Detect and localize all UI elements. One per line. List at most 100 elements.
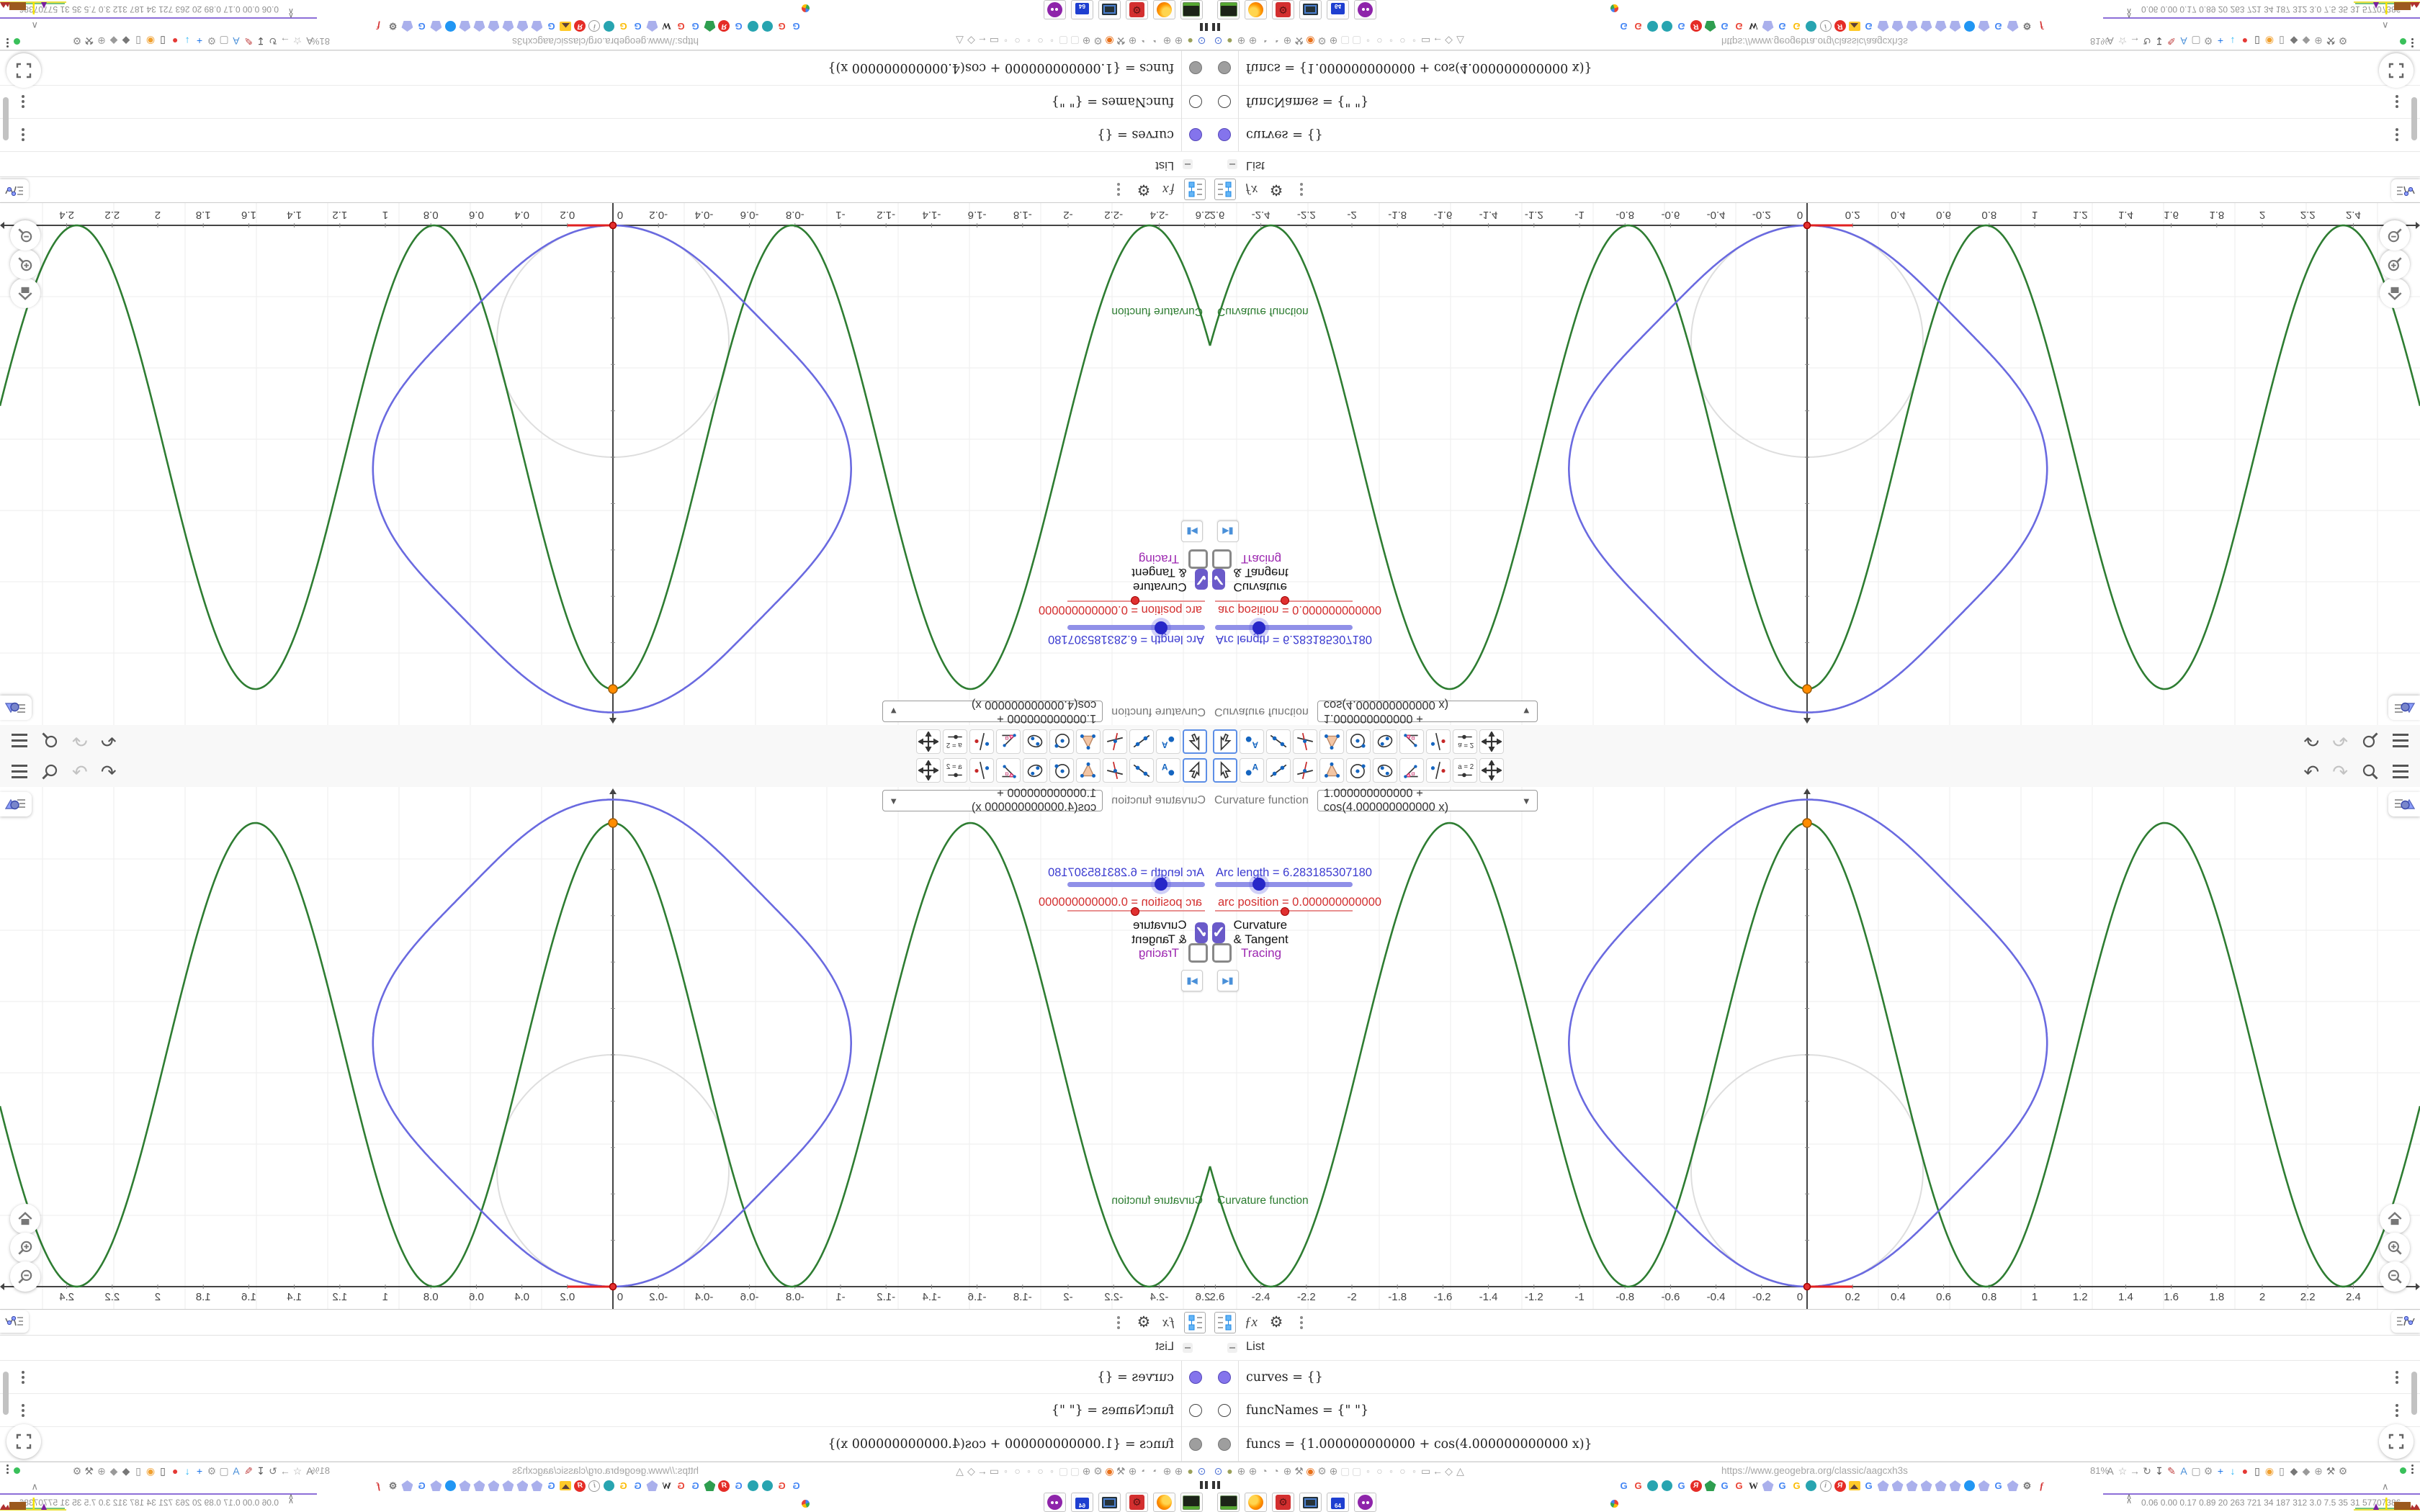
visibility-marble-gray[interactable] — [1218, 61, 1231, 74]
chrome-icon[interactable] — [1610, 1500, 1618, 1508]
yandex-favicon[interactable]: Я — [1834, 20, 1846, 32]
settings-icon[interactable]: ⚙ — [2338, 36, 2348, 48]
fx-button[interactable]: ƒx — [1241, 180, 1261, 200]
tool-polygon-button[interactable] — [1076, 758, 1101, 783]
reconstructed-curve[interactable] — [372, 798, 852, 1288]
menu-icon[interactable] — [12, 734, 27, 747]
step-button[interactable]: ▶ ▮ — [1217, 970, 1239, 991]
geogebra-favicon[interactable] — [516, 1480, 529, 1492]
globe-icon[interactable]: ⊕ — [1329, 1466, 1338, 1476]
shield-icon[interactable]: ◆ — [109, 36, 119, 48]
teal-site-favicon[interactable] — [1805, 20, 1817, 32]
dropdown-caret-icon[interactable]: ▼ — [889, 796, 898, 806]
globe-icon[interactable]: ⊕ — [97, 1465, 107, 1477]
algebra-row-curves[interactable]: curves = {} — [0, 1361, 1210, 1394]
globe-icon[interactable]: ⊕ — [1128, 1465, 1137, 1477]
collapse-chevron-icon[interactable]: ∧ — [2382, 19, 2389, 31]
geogebra-favicon[interactable] — [1949, 20, 1961, 32]
tool-reflect-button[interactable] — [1426, 758, 1451, 783]
row-menu-icon[interactable] — [2396, 1403, 2398, 1417]
graph-canvas[interactable]: -2.6 -2.4 -2.2 -2 -1.8 -1.6 -1.4 -1.2 -1 -0.8 -0.6… — [0, 203, 1210, 725]
globe-icon[interactable]: ⊕ — [1162, 1465, 1172, 1477]
yandex-favicon[interactable]: Я — [718, 1480, 730, 1492]
teal-site-favicon[interactable] — [1661, 1480, 1673, 1492]
globe-icon[interactable]: ⊕ — [1248, 1466, 1258, 1476]
google-favicon[interactable]: G — [1718, 1480, 1731, 1492]
yandex-favicon[interactable]: Я — [718, 20, 730, 32]
tool-perpendicular-button[interactable] — [1103, 729, 1127, 754]
gauge-icon[interactable]: ◔ — [1139, 36, 1149, 48]
radio-icon[interactable]: ◦ — [1047, 1465, 1057, 1477]
tool-slider-button[interactable]: a = 2 — [1453, 758, 1477, 783]
google-favicon[interactable]: G — [689, 1480, 702, 1492]
back-arrow-icon[interactable]: ← — [977, 1465, 987, 1477]
geogebra-favicon[interactable] — [430, 1480, 442, 1492]
globe-icon[interactable]: ⊕ — [1174, 1465, 1183, 1477]
google-favicon[interactable]: G — [732, 1480, 745, 1492]
globe-icon[interactable]: ⊕ — [1082, 36, 1091, 48]
algebra-row-funcs[interactable]: funcs = {1.000000000000 + cos(4.00000000… — [0, 1428, 1210, 1462]
red-badge-icon[interactable]: ● — [2240, 36, 2250, 48]
globe-icon[interactable]: ⊕ — [1128, 36, 1137, 48]
tools-icon[interactable]: ⚒ — [1294, 36, 1304, 48]
shield-icon[interactable]: ◇ — [967, 1465, 976, 1477]
visibility-marble-blue[interactable] — [1218, 1370, 1231, 1384]
zoom-out-button[interactable] — [2380, 1261, 2410, 1292]
taskbar-settings-button[interactable]: ⚙ — [1126, 1493, 1148, 1512]
curvature-function-combobox[interactable]: 1.000000000000 + cos(4.000000000000 x) ▼ — [882, 787, 1103, 814]
zoom-out-button[interactable] — [2380, 220, 2410, 251]
tool-move-view-button[interactable] — [916, 729, 941, 754]
taskbar-settings-button[interactable]: ⚙ — [1126, 0, 1148, 19]
olive-dot-icon[interactable]: ● — [1225, 1466, 1234, 1476]
globe-icon[interactable]: ⊕ — [1329, 36, 1338, 48]
add-blue-icon[interactable]: + — [2215, 1466, 2226, 1476]
zoom-in-button[interactable] — [10, 1233, 40, 1263]
globe-icon[interactable]: ⊕ — [1162, 36, 1172, 48]
yandex-favicon[interactable]: Я — [1690, 20, 1702, 32]
settings-button[interactable]: ⚙ — [1266, 1313, 1286, 1333]
teal-site-favicon[interactable] — [1646, 1480, 1659, 1492]
dropdown-caret-icon[interactable]: ▼ — [1522, 796, 1531, 806]
google-favicon[interactable]: G — [1718, 20, 1731, 32]
tool-line-button[interactable] — [1266, 729, 1291, 754]
algebra-scrollbar[interactable] — [2411, 1372, 2417, 1415]
back-arrow-icon[interactable]: ← — [1433, 36, 1443, 48]
search-icon[interactable] — [2361, 762, 2380, 781]
shield-icon[interactable]: ◇ — [967, 36, 976, 48]
tool-conic-button[interactable] — [1373, 758, 1397, 783]
taskbar-screenshot-tool-button[interactable] — [1098, 0, 1121, 19]
globe-icon[interactable]: ⊕ — [1283, 36, 1292, 48]
dropdown-caret-icon[interactable]: ▼ — [889, 706, 898, 717]
google-favicon[interactable]: G — [675, 20, 687, 32]
trash-icon[interactable]: ▯ — [2252, 1466, 2262, 1476]
google-favicon[interactable]: G — [545, 20, 557, 32]
radio-icon[interactable]: ○ — [1013, 36, 1022, 48]
tool-move-button[interactable] — [1183, 758, 1207, 783]
style-bar-more-button[interactable] — [1291, 1313, 1312, 1333]
chrome-icon[interactable] — [802, 4, 810, 12]
algebra-row-funcs[interactable]: funcs = {1.000000000000 + cos(4.00000000… — [0, 50, 1210, 84]
sort-by-type-button[interactable] — [1214, 179, 1236, 201]
collapse-group-button[interactable] — [1183, 1343, 1193, 1353]
algebra-row-funcnames[interactable]: funcNames = {" "} — [1210, 1394, 2420, 1427]
geogebra-favicon[interactable] — [1935, 20, 1947, 32]
translate-icon[interactable]: A — [2105, 1466, 2115, 1476]
sort-by-type-button[interactable] — [1184, 179, 1206, 201]
curvature-tangent-checkbox[interactable]: ✓ — [1194, 922, 1208, 943]
tool-angle-button[interactable]: α — [1399, 758, 1424, 783]
settings-button[interactable]: ⚙ — [1134, 1313, 1154, 1333]
arc-position-slider[interactable] — [1215, 596, 1353, 605]
globe-icon[interactable]: ⊕ — [2313, 36, 2323, 48]
collapse-chevron-icon[interactable]: ∧ — [2382, 1481, 2389, 1493]
radio-icon[interactable]: ◦ — [1047, 36, 1057, 48]
wrench-icon[interactable]: ⚒ — [84, 1465, 94, 1477]
trash-icon[interactable]: ▯ — [158, 36, 168, 48]
gear-icon[interactable]: ⚙ — [207, 1465, 217, 1477]
redo-button[interactable]: ↷ — [72, 761, 88, 783]
curvature-function-combobox[interactable]: 1.000000000000 + cos(4.000000000000 x) ▼ — [1317, 787, 1538, 814]
zoom-in-button[interactable] — [2380, 1233, 2410, 1263]
tool-polygon-button[interactable] — [1076, 729, 1101, 754]
google-favicon[interactable]: G — [776, 20, 788, 32]
geogebra-favicon[interactable] — [502, 1480, 514, 1492]
teal-site-favicon[interactable] — [1646, 20, 1659, 32]
